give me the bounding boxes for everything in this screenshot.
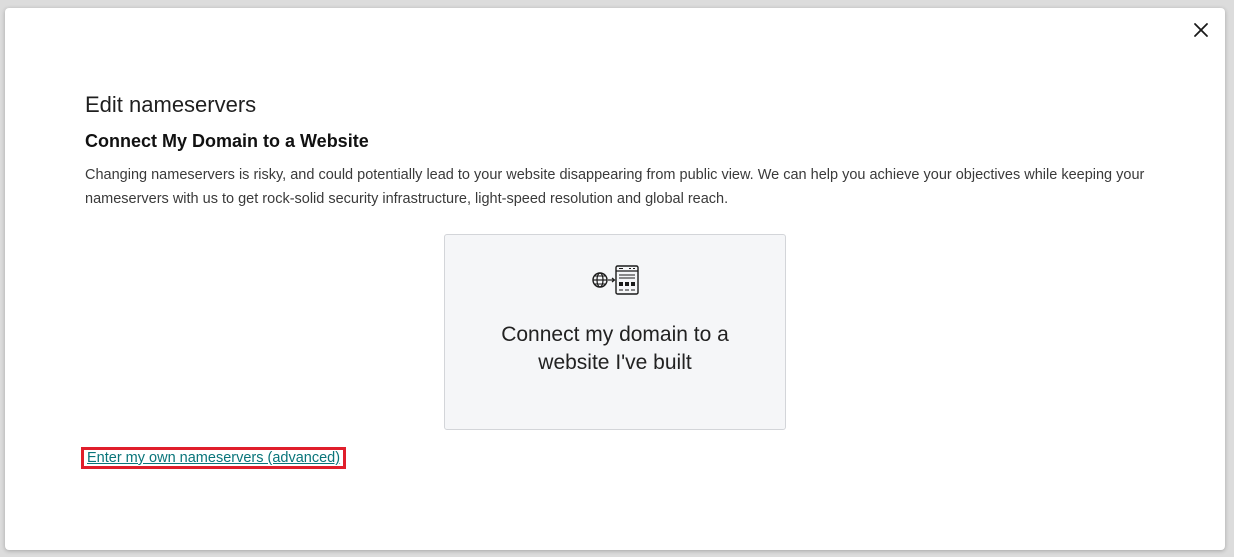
connect-website-option-label: Connect my domain to a website I've buil…	[501, 323, 729, 374]
globe-to-server-icon	[592, 265, 639, 295]
dialog-description: Changing nameservers is risky, and could…	[85, 167, 1145, 207]
enter-own-nameservers-link[interactable]: Enter my own nameservers (advanced)	[87, 450, 340, 466]
dialog-title: Edit nameservers	[85, 92, 257, 117]
connect-website-option-card[interactable]: Connect my domain to a website I've buil…	[444, 234, 786, 430]
advanced-link-highlight: Enter my own nameservers (advanced)	[81, 447, 347, 469]
dialog-subtitle: Connect My Domain to a Website	[85, 131, 369, 151]
close-button[interactable]	[1191, 20, 1211, 40]
edit-nameservers-dialog: Edit nameservers Connect My Domain to a …	[5, 8, 1225, 550]
close-icon[interactable]	[1191, 20, 1211, 40]
